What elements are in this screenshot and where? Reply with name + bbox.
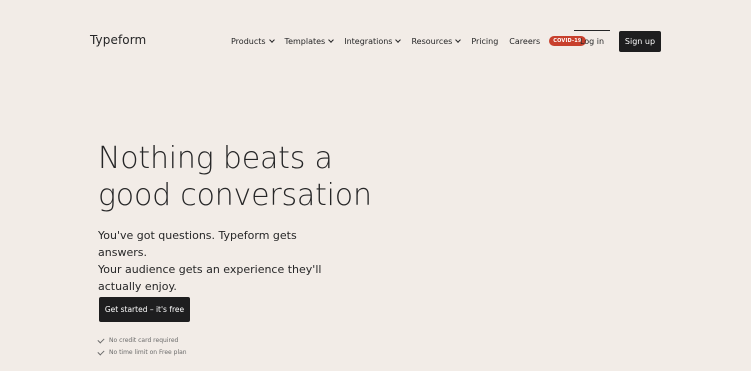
get-started-button[interactable]: Get started – it's free (99, 297, 190, 322)
hero-subtitle-line-1: You've got questions. Typeform gets answ… (98, 229, 297, 259)
chevron-down-icon (328, 36, 335, 43)
hero-subtitle-line-3: actually enjoy. (98, 280, 177, 293)
main-nav: Products Templates Integrations Resource… (231, 36, 586, 46)
nav-careers[interactable]: Careers (509, 37, 540, 46)
chevron-down-icon (455, 36, 462, 43)
nav-templates[interactable]: Templates (284, 36, 335, 46)
hero-subtitle-line-2: Your audience gets an experience they'll (98, 263, 322, 276)
perk-label: No credit card required (109, 337, 179, 344)
perk-label: No time limit on Free plan (109, 349, 187, 356)
typeform-logo[interactable]: Typeform (90, 33, 146, 47)
perk-item: No time limit on Free plan (97, 347, 187, 359)
login-button[interactable]: Log in (574, 30, 610, 52)
check-icon (97, 336, 105, 344)
nav-products-label: Products (231, 36, 266, 46)
nav-templates-label: Templates (284, 36, 326, 46)
nav-integrations-label: Integrations (344, 36, 393, 46)
nav-pricing-label: Pricing (471, 36, 499, 46)
chevron-down-icon (268, 36, 275, 43)
perk-item: No credit card required (97, 335, 187, 347)
chevron-down-icon (395, 36, 402, 43)
hero-title: Nothing beats a good conversation (98, 140, 418, 214)
hero-title-line-2: good conversation (98, 178, 372, 213)
nav-integrations[interactable]: Integrations (344, 36, 402, 46)
nav-pricing[interactable]: Pricing (471, 37, 498, 46)
check-icon (97, 348, 105, 356)
hero-subtitle: You've got questions. Typeform gets answ… (98, 227, 348, 295)
nav-resources[interactable]: Resources (411, 36, 462, 46)
nav-products[interactable]: Products (231, 36, 275, 46)
nav-careers-label: Careers (509, 36, 541, 46)
signup-button[interactable]: Sign up (619, 31, 661, 52)
hero-title-line-1: Nothing beats a (98, 141, 333, 176)
perks-list: No credit card required No time limit on… (97, 335, 187, 359)
nav-resources-label: Resources (411, 36, 453, 46)
